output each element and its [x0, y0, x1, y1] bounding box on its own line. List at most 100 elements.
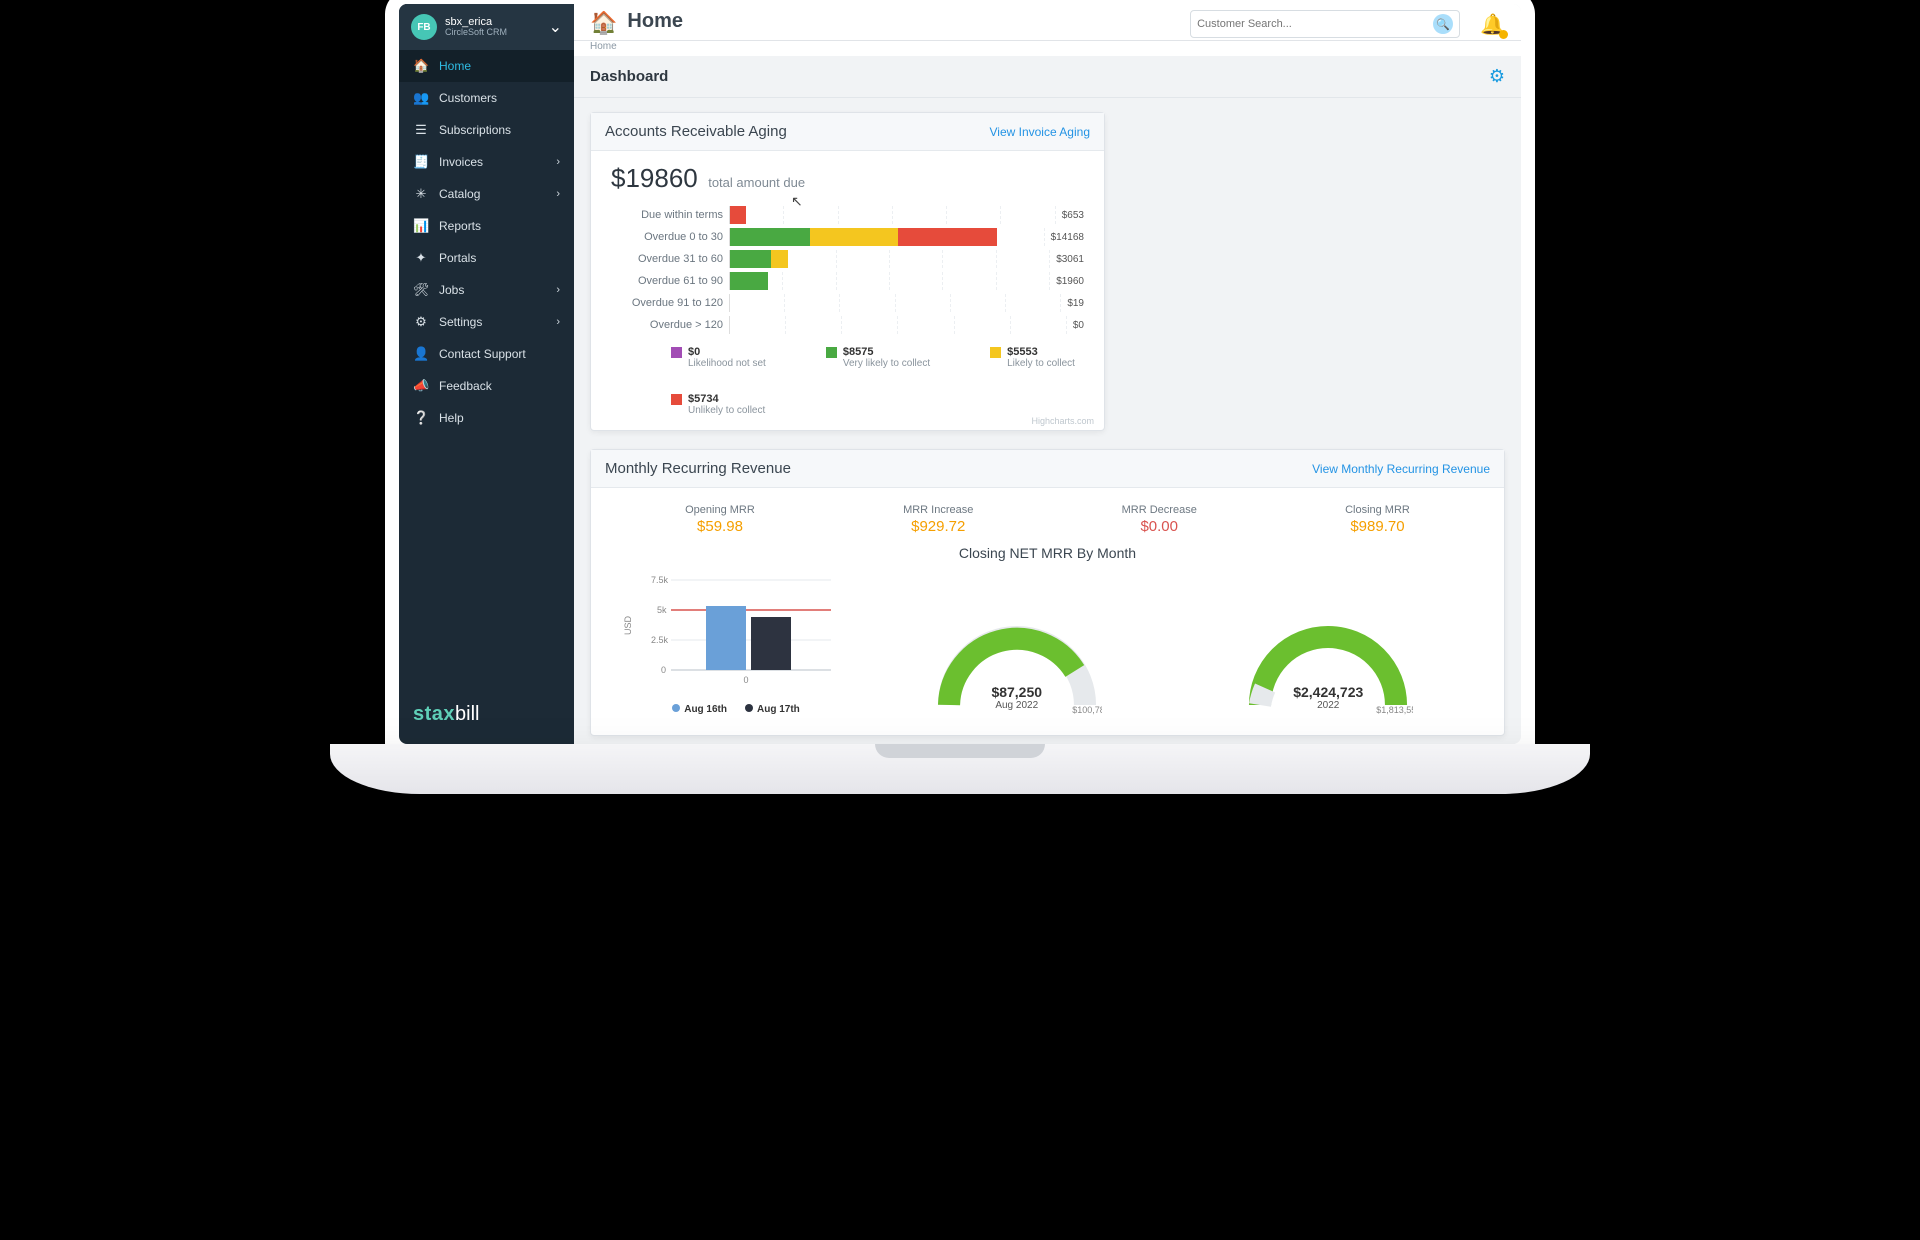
tick-label: 0 [743, 675, 748, 685]
mrr-label: Opening MRR [685, 504, 755, 516]
bar-row: Overdue 61 to 90 $1960 [611, 270, 1084, 292]
help-icon: ❔ [413, 410, 429, 426]
gauge-max: $100,783 [1072, 705, 1102, 715]
legend-text: Likelihood not set [688, 358, 766, 369]
customers-icon: 👥 [413, 90, 429, 106]
sidebar-item-label: Help [439, 411, 560, 425]
sidebar-item-portals[interactable]: ✦ Portals [399, 242, 574, 274]
main-area: 🏠 Home 🔍 🔔 Home Dashboard ⚙ [574, 4, 1521, 744]
bar-row: Overdue 91 to 120 $19 [611, 292, 1084, 314]
legend-swatch [671, 394, 682, 405]
sidebar-item-contact[interactable]: 👤 Contact Support [399, 338, 574, 370]
mrr-label: MRR Increase [903, 504, 973, 516]
tick-label: 5k [657, 605, 667, 615]
legend-text: Very likely to collect [843, 358, 930, 369]
tick-label: 2.5k [651, 635, 669, 645]
sidebar-item-subscriptions[interactable]: ☰ Subscriptions [399, 114, 574, 146]
ar-legend: $0 Likelihood not set $8575 Very likely … [611, 336, 1084, 420]
y-axis-label: USD [623, 615, 633, 635]
invoices-icon: 🧾 [413, 154, 429, 170]
sidebar-item-label: Customers [439, 91, 560, 105]
legend-swatch [671, 347, 682, 358]
sidebar-item-label: Home [439, 59, 560, 73]
sidebar-item-label: Catalog [439, 187, 546, 201]
legend-label: Aug 17th [757, 704, 800, 715]
sidebar-item-label: Reports [439, 219, 560, 233]
sidebar-item-label: Settings [439, 315, 546, 329]
tick-label: 7.5k [651, 575, 669, 585]
customer-search[interactable]: 🔍 [1190, 10, 1460, 38]
card-title: Monthly Recurring Revenue [605, 460, 791, 477]
legend-swatch [990, 347, 1001, 358]
bar-label: Overdue 61 to 90 [611, 275, 729, 287]
mrr-subtitle: Closing NET MRR By Month [611, 545, 1484, 561]
chevron-right-icon: › [556, 156, 560, 168]
mrr-value: $929.72 [903, 518, 973, 535]
feedback-icon: 📣 [413, 378, 429, 394]
search-input[interactable] [1197, 18, 1433, 30]
jobs-icon: 🛠 [413, 282, 429, 298]
mrr-value: $0.00 [1122, 518, 1197, 535]
sidebar-item-settings[interactable]: ⚙ Settings › [399, 306, 574, 338]
legend-amount: $5734 [688, 393, 719, 405]
mrr-card: Monthly Recurring Revenue View Monthly R… [590, 449, 1505, 736]
sidebar-item-feedback[interactable]: 📣 Feedback [399, 370, 574, 402]
gauge-month: $87,250 Aug 2022 $100,783 [871, 620, 1163, 715]
content: Accounts Receivable Aging View Invoice A… [574, 98, 1521, 744]
bar-label: Overdue 31 to 60 [611, 253, 729, 265]
legend-swatch [826, 347, 837, 358]
bar-value: $19 [1067, 298, 1084, 309]
sidebar-item-label: Invoices [439, 155, 546, 169]
mrr-bar-chart: USD 7.5k 5k 2.5k 0 [621, 565, 851, 715]
search-icon[interactable]: 🔍 [1433, 14, 1453, 34]
chevron-right-icon: › [556, 316, 560, 328]
bar-value: $14168 [1051, 232, 1084, 243]
home-icon: 🏠 [413, 58, 429, 74]
ar-aging-card: Accounts Receivable Aging View Invoice A… [590, 112, 1105, 431]
bar-label: Overdue 0 to 30 [611, 231, 729, 243]
chevron-down-icon: ⌄ [549, 17, 562, 37]
sidebar-item-customers[interactable]: 👥 Customers [399, 82, 574, 114]
total-due-label: total amount due [708, 175, 805, 190]
legend-amount: $5553 [1007, 346, 1038, 358]
chart-credit: Highcharts.com [1031, 416, 1094, 426]
legend-amount: $8575 [843, 346, 874, 358]
tick-label: 0 [661, 665, 666, 675]
gauge-max: $1,813,557 [1376, 705, 1413, 715]
bar-legend: Aug 16th Aug 17th [621, 704, 851, 715]
ar-bars: Due within terms $653 Overdue [611, 204, 1084, 336]
bar-value: $653 [1062, 210, 1084, 221]
total-due: $19860 [611, 163, 698, 193]
sidebar-item-label: Portals [439, 251, 560, 265]
gear-icon: ⚙ [413, 314, 429, 330]
user-menu[interactable]: FB sbx_erica CircleSoft CRM ⌄ [399, 4, 574, 50]
dashboard-title: Dashboard [590, 68, 668, 85]
bar-label: Overdue 91 to 120 [611, 297, 729, 309]
mrr-label: Closing MRR [1345, 504, 1410, 516]
page-title: Home [627, 10, 683, 33]
sidebar: FB sbx_erica CircleSoft CRM ⌄ 🏠 Home 👥 C… [399, 4, 574, 744]
view-mrr-link[interactable]: View Monthly Recurring Revenue [1312, 462, 1490, 476]
bar-row: Overdue > 120 $0 [611, 314, 1084, 336]
avatar: FB [411, 14, 437, 40]
legend-amount: $0 [688, 346, 700, 358]
sidebar-item-help[interactable]: ❔ Help [399, 402, 574, 434]
legend-item: $0 Likelihood not set [671, 346, 766, 369]
reports-icon: 📊 [413, 218, 429, 234]
mrr-value: $989.70 [1345, 518, 1410, 535]
sidebar-item-invoices[interactable]: 🧾 Invoices › [399, 146, 574, 178]
sidebar-item-catalog[interactable]: ✳ Catalog › [399, 178, 574, 210]
bar-label: Due within terms [611, 209, 729, 221]
home-icon: 🏠 [590, 10, 617, 36]
gauge-year: $2,424,723 2022 $1,813,557 [1183, 620, 1475, 715]
view-invoice-aging-link[interactable]: View Invoice Aging [989, 125, 1090, 139]
sidebar-item-reports[interactable]: 📊 Reports [399, 210, 574, 242]
dashboard-settings-icon[interactable]: ⚙ [1489, 66, 1505, 87]
bar-label: Overdue > 120 [611, 319, 729, 331]
notifications-icon[interactable]: 🔔 [1480, 12, 1505, 37]
legend-item: $5734 Unlikely to collect [671, 393, 1084, 416]
sidebar-item-home[interactable]: 🏠 Home [399, 50, 574, 82]
sidebar-item-label: Contact Support [439, 347, 560, 361]
sidebar-item-jobs[interactable]: 🛠 Jobs › [399, 274, 574, 306]
bar-row: Due within terms $653 [611, 204, 1084, 226]
